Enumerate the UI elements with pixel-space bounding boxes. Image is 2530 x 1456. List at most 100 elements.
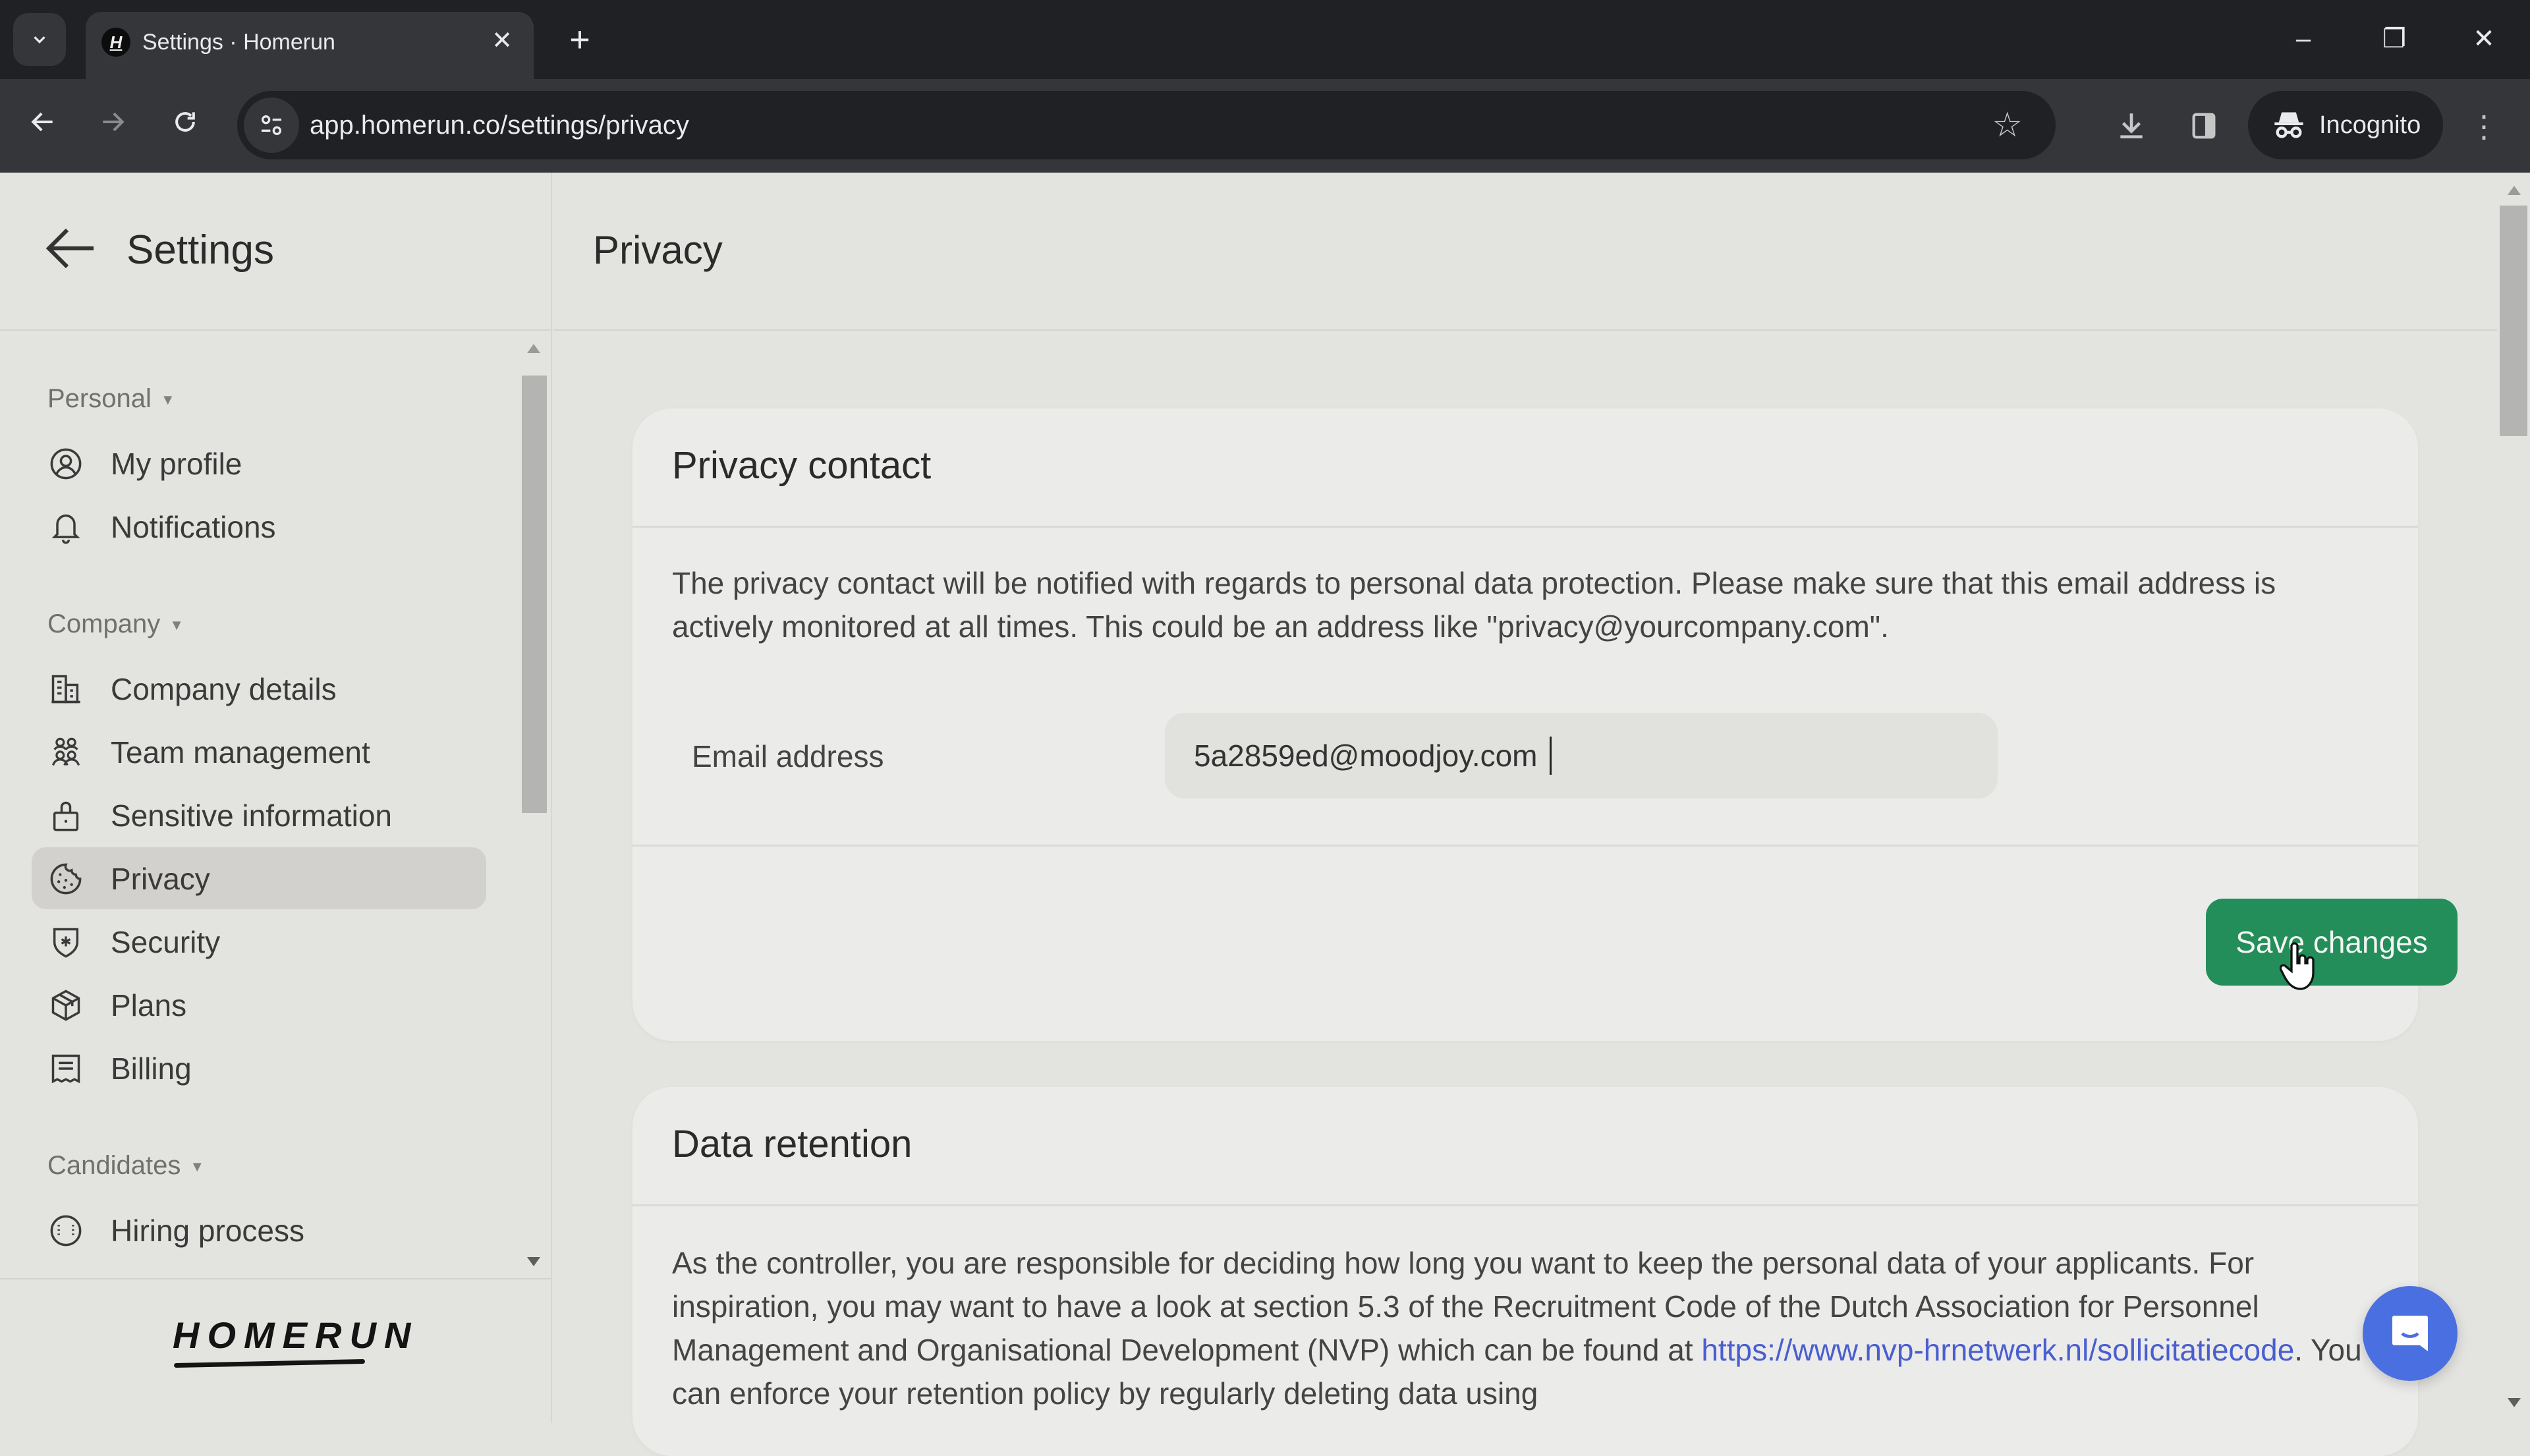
sidebar-item-security[interactable]: Security	[32, 910, 486, 972]
bell-icon	[51, 514, 80, 544]
browser-menu-icon[interactable]: ⋮	[2464, 99, 2504, 154]
back-button[interactable]	[20, 103, 66, 149]
browser-toolbar: app.homerun.co/settings/privacy ☆ Incogn…	[0, 79, 2530, 173]
team-icon	[51, 737, 80, 766]
browser-tab-active[interactable]: H Settings · Homerun ✕	[86, 12, 534, 79]
sidebar-item-company-details[interactable]: Company details	[32, 658, 486, 719]
sidebar-item-label: Company details	[111, 672, 337, 706]
arrow-right-icon	[103, 112, 125, 132]
chat-support-button[interactable]	[2363, 1286, 2458, 1381]
group-candidates[interactable]: Candidates ▼	[47, 1149, 204, 1183]
sidebar-scrollbar[interactable]	[518, 332, 551, 1278]
caret-down-icon: ▼	[169, 617, 184, 634]
sidebar-item-email-templates[interactable]: Email templates	[32, 1262, 486, 1278]
side-panel-button[interactable]	[2181, 103, 2227, 149]
save-changes-button[interactable]: Save changes	[2206, 899, 2458, 986]
downloads-button[interactable]	[2108, 103, 2154, 149]
sidebar-item-sensitive-information[interactable]: Sensitive information	[32, 784, 486, 846]
data-retention-description: As the controller, you are responsible f…	[672, 1241, 2378, 1415]
close-window-button[interactable]: ✕	[2458, 17, 2510, 61]
sidebar-item-label: Plans	[111, 988, 187, 1022]
site-info-button[interactable]	[244, 98, 299, 153]
group-label: Company	[47, 609, 161, 638]
box-icon	[51, 990, 80, 1021]
app-root: Settings Personal ▼ My profile Notificati…	[0, 173, 2530, 1456]
group-label: Candidates	[47, 1151, 181, 1180]
sidebar-scrollbar-thumb[interactable]	[522, 376, 547, 813]
shield-icon	[53, 928, 79, 958]
scroll-up-arrow-icon[interactable]	[527, 344, 540, 353]
sidebar-item-my-profile[interactable]: My profile	[32, 432, 486, 494]
sidebar-item-label: Security	[111, 925, 221, 959]
chat-bubble-icon	[2392, 1316, 2428, 1351]
browser-tab-strip: H Settings · Homerun ✕ + – ❐ ✕	[0, 0, 2530, 79]
group-company[interactable]: Company ▼	[47, 607, 184, 642]
tab-search-button[interactable]	[13, 13, 66, 66]
scroll-down-arrow-icon[interactable]	[527, 1257, 540, 1266]
logo-underline	[173, 1358, 366, 1368]
baseball-icon	[50, 1215, 82, 1246]
card-title: Data retention	[672, 1123, 913, 1165]
cookie-icon	[50, 863, 82, 895]
caret-down-icon: ▼	[160, 391, 175, 408]
forward-button[interactable]	[90, 103, 136, 149]
user-circle-icon	[50, 448, 82, 480]
sidebar-item-label: Notifications	[111, 510, 276, 544]
email-address-label: Email address	[692, 739, 884, 773]
privacy-contact-card: Privacy contact The privacy contact will…	[632, 408, 2458, 1041]
card-title: Privacy contact	[672, 444, 932, 487]
email-address-input[interactable]	[1165, 713, 1998, 798]
download-icon	[2120, 113, 2143, 138]
sidebar-item-notifications[interactable]: Notifications	[32, 495, 486, 557]
homerun-logo: HOMERUN	[173, 1314, 419, 1356]
bookmark-star-icon[interactable]: ☆	[1992, 105, 2023, 145]
tab-close-icon[interactable]: ✕	[488, 26, 517, 55]
page-title: Privacy	[593, 228, 723, 272]
building-icon	[51, 675, 80, 704]
page-scrollbar-thumb[interactable]	[2500, 206, 2527, 436]
text-cursor	[1550, 737, 1552, 775]
reload-icon	[175, 112, 195, 132]
sidebar-item-label: Sensitive information	[111, 798, 392, 833]
divider	[632, 845, 2418, 847]
group-personal[interactable]: Personal ▼	[47, 382, 175, 416]
new-tab-button[interactable]: +	[560, 20, 600, 59]
privacy-contact-description: The privacy contact will be notified wit…	[672, 566, 2276, 644]
sidebar-item-billing[interactable]: Billing	[32, 1037, 486, 1099]
sidebar-item-hiring-process[interactable]: Hiring process	[32, 1199, 486, 1261]
nvp-link[interactable]: https://www.nvp-hrnetwerk.nl/sollicitati…	[1701, 1333, 2294, 1367]
tab-title: Settings · Homerun	[142, 30, 335, 55]
sidebar-title: Settings	[126, 227, 275, 273]
sidebar-header: Settings	[0, 173, 551, 331]
sidebar-item-team-management[interactable]: Team management	[32, 721, 486, 783]
group-label: Personal	[47, 384, 152, 413]
restore-button[interactable]: ❐	[2368, 17, 2421, 61]
caret-down-icon: ▼	[190, 1158, 205, 1175]
pointer-hand-cursor-icon	[2280, 942, 2315, 990]
incognito-indicator[interactable]: Incognito	[2248, 91, 2443, 159]
minimize-button[interactable]: –	[2277, 17, 2330, 61]
receipt-icon	[51, 1054, 80, 1084]
scroll-down-arrow-icon[interactable]	[2508, 1398, 2521, 1407]
address-bar[interactable]: app.homerun.co/settings/privacy ☆	[237, 91, 2056, 159]
back-arrow-icon[interactable]	[43, 225, 96, 271]
incognito-label: Incognito	[2319, 111, 2421, 139]
reload-button[interactable]	[162, 103, 208, 149]
sidebar-item-label: My profile	[111, 447, 242, 481]
sidebar-item-plans[interactable]: Plans	[32, 974, 486, 1036]
side-panel-icon	[2192, 113, 2216, 139]
sidebar-item-label: Team management	[111, 735, 370, 770]
page-scrollbar[interactable]	[2497, 173, 2530, 1423]
settings-sidebar: Settings Personal ▼ My profile Notificati…	[0, 173, 552, 1423]
main-content: Privacy Privacy contact The privacy cont…	[553, 173, 2530, 1456]
sidebar-item-privacy[interactable]: Privacy	[32, 847, 486, 909]
homerun-favicon-icon: H	[101, 28, 130, 57]
sidebar-nav: Personal ▼ My profile Notifications Compa…	[0, 332, 551, 1278]
scroll-up-arrow-icon[interactable]	[2508, 186, 2521, 195]
divider	[632, 526, 2418, 528]
incognito-icon	[2274, 112, 2303, 138]
chevron-down-icon	[34, 36, 45, 44]
lock-icon	[53, 801, 79, 831]
url-text[interactable]: app.homerun.co/settings/privacy	[310, 109, 689, 141]
main-header: Privacy	[553, 173, 2497, 331]
